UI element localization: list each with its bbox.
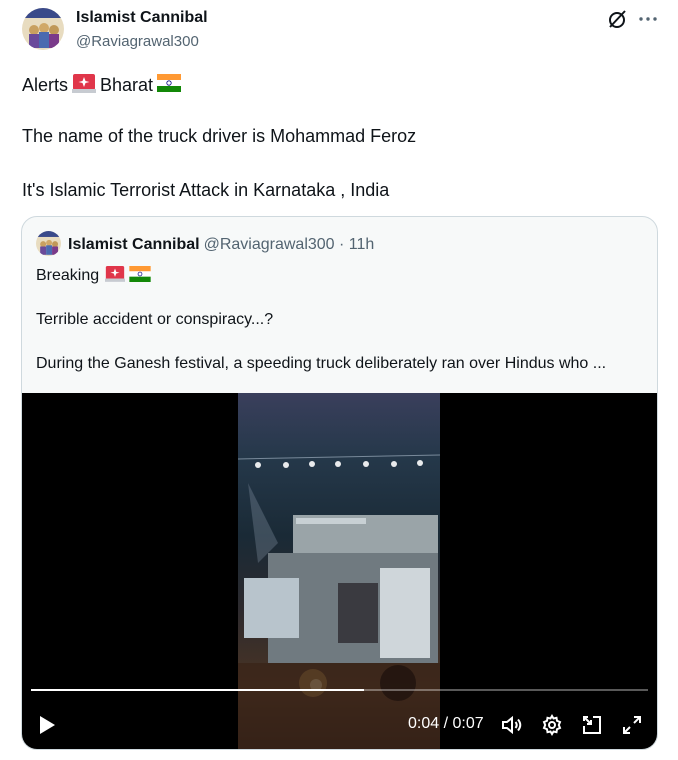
police-light-emoji	[72, 72, 97, 99]
quoted-text-line: Breaking	[36, 264, 153, 288]
quoted-header: Islamist Cannibal @Raviagrawal300 · 11h	[68, 236, 374, 254]
more-icon[interactable]	[636, 8, 660, 30]
volume-icon[interactable]	[500, 713, 524, 737]
video-progress-bar[interactable]	[31, 689, 648, 691]
author-handle[interactable]: @Raviagrawal300	[76, 33, 199, 50]
tweet-text-bharat: Bharat	[100, 75, 154, 95]
play-icon[interactable]	[36, 713, 58, 737]
police-light-emoji	[105, 264, 126, 288]
india-flag-emoji	[157, 74, 182, 97]
video-progress-fill	[31, 689, 365, 691]
quoted-text-line: During the Ganesh festival, a speeding t…	[36, 355, 607, 372]
author-name[interactable]: Islamist Cannibal	[76, 9, 208, 27]
quoted-text-breaking: Breaking	[36, 267, 100, 284]
india-flag-emoji	[129, 265, 151, 287]
tweet: Islamist Cannibal @Raviagrawal300 Alerts…	[0, 0, 678, 760]
tweet-text-alerts: Alerts	[22, 75, 69, 95]
picture-in-picture-icon[interactable]	[580, 713, 604, 737]
grok-icon[interactable]	[606, 8, 628, 30]
fullscreen-icon[interactable]	[620, 713, 644, 737]
tweet-text-line: The name of the truck driver is Mohammad…	[22, 126, 417, 146]
tweet-text-line: Alerts Bharat	[22, 72, 185, 99]
settings-icon[interactable]	[540, 713, 564, 737]
quoted-handle-time: @Raviagrawal300 · 11h	[203, 236, 375, 253]
video-frame[interactable]	[238, 393, 440, 749]
quoted-tweet[interactable]: Islamist Cannibal @Raviagrawal300 · 11h B…	[21, 216, 658, 750]
video-player[interactable]: 0:04 / 0:07	[22, 393, 657, 749]
video-time: 0:04 / 0:07	[408, 715, 484, 732]
tweet-text-line: It's Islamic Terrorist Attack in Karnata…	[22, 180, 390, 200]
quoted-author-name[interactable]: Islamist Cannibal	[68, 236, 200, 253]
avatar[interactable]	[22, 8, 64, 50]
quoted-text-line: Terrible accident or conspiracy...?	[36, 311, 274, 328]
quoted-avatar[interactable]	[36, 231, 61, 256]
